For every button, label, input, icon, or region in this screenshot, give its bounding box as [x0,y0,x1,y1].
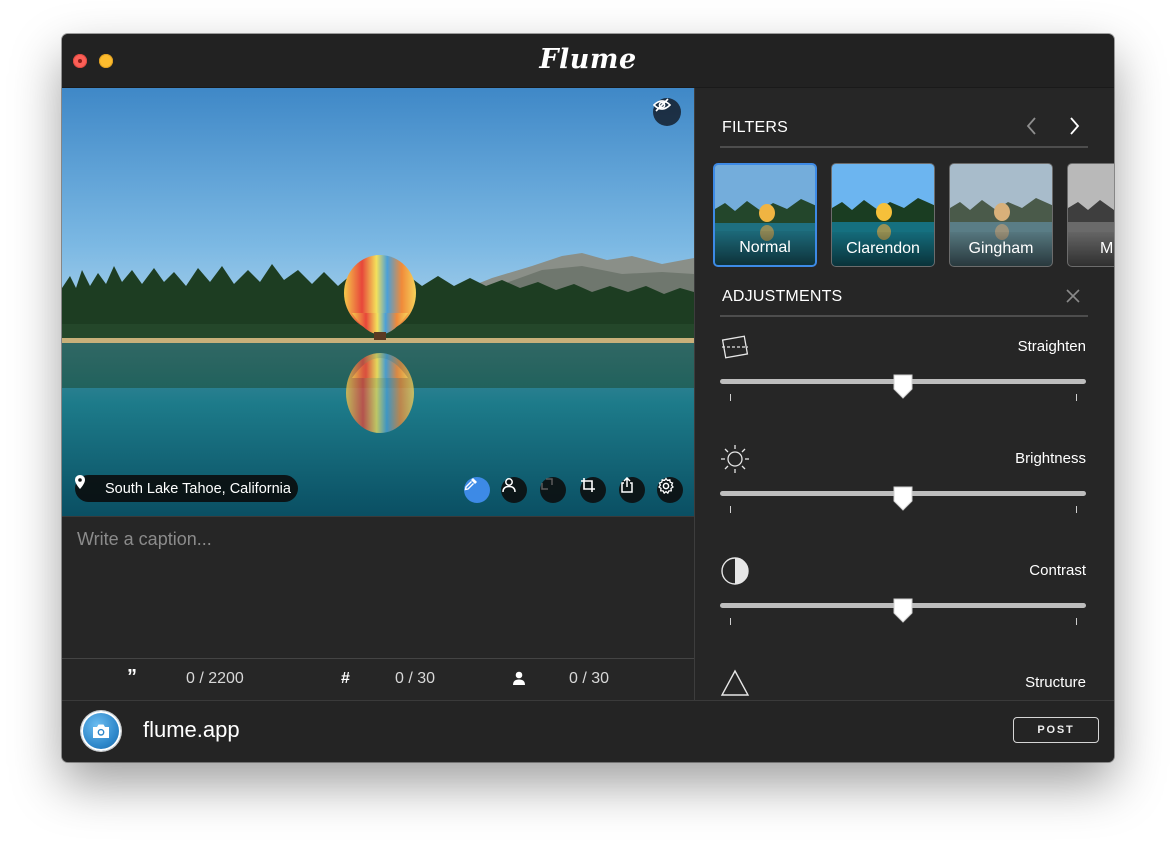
caption-placeholder: Write a caption... [77,529,212,549]
filters-next-arrow-icon[interactable] [1064,116,1084,136]
app-title: Flume [539,44,637,75]
settings-tool-button[interactable] [657,477,683,503]
caption-char-count: 0 / 2200 [186,670,244,687]
title-bar: Flume [62,34,1114,88]
filter-partial[interactable]: M [1067,163,1114,267]
counter-bar: ” 0 / 2200 # 0 / 30 0 / 30 [62,658,694,700]
filters-title: FILTERS [722,119,789,136]
filter-label: M [1068,232,1114,266]
slider-thumb[interactable] [892,485,914,511]
adjustment-brightness: Brightness [720,444,1086,544]
filter-label: Gingham [950,232,1052,266]
crop-tool-button[interactable] [580,477,606,503]
triangle-icon [720,669,750,696]
hide-preview-icon [653,98,671,112]
filters-prev-arrow-icon[interactable] [1022,116,1042,136]
slider-tick [1076,506,1077,513]
photo-preview: South Lake Tahoe, California [62,88,694,516]
share-tool-button[interactable] [619,477,645,503]
hashtag-count: 0 / 30 [395,670,436,687]
close-icon[interactable] [1065,288,1081,304]
filters-divider [720,146,1088,148]
adjustment-contrast: Contrast [720,556,1086,656]
slider-tick [1076,394,1077,401]
slider-tick [1076,618,1077,625]
adjustment-structure: Structure [720,668,1086,698]
tag-people-tool-button[interactable] [501,477,527,503]
filter-label: Normal [715,231,815,265]
adjustments-divider [720,315,1088,317]
contrast-icon [721,557,749,585]
slider-tick [730,618,731,625]
camera-icon [93,724,109,738]
adjustments-title: ADJUSTMENTS [722,288,843,305]
adjustment-label: Structure [1025,674,1086,691]
filter-label: Clarendon [832,232,934,266]
photo-image [62,88,694,516]
sun-icon [721,445,749,473]
slider-tick [730,506,731,513]
expand-icon [541,478,553,490]
caption-input[interactable]: Write a caption... [62,516,694,659]
gear-icon [658,477,674,495]
app-window: Flume South Lake Tahoe, California Write… [62,34,1114,762]
adjustment-label: Contrast [1029,562,1086,579]
pane-divider [694,88,695,700]
straighten-icon [721,335,749,359]
quote-icon: ” [127,666,137,688]
account-name: flume.app [143,717,240,742]
avatar[interactable] [81,711,121,751]
edit-tool-button[interactable] [464,477,490,503]
slider-thumb[interactable] [892,597,914,623]
adjustment-label: Straighten [1017,338,1086,355]
filter-gingham[interactable]: Gingham [949,163,1053,267]
share-icon [621,477,633,493]
aspect-tool-button[interactable] [540,477,566,503]
location-pill[interactable]: South Lake Tahoe, California [75,475,298,502]
footer-bar: flume.app POST [62,700,1114,762]
filters-strip: Normal Clarendon Gingham M [713,163,1114,269]
slider-thumb[interactable] [892,373,914,399]
slider-tick [730,394,731,401]
pin-icon [75,475,97,497]
filter-normal[interactable]: Normal [713,163,817,267]
hide-preview-button[interactable] [653,98,681,126]
filter-clarendon[interactable]: Clarendon [831,163,935,267]
mention-count: 0 / 30 [569,670,610,687]
dropper-icon [464,478,477,491]
post-button[interactable]: POST [1013,717,1099,743]
person-icon [502,478,516,493]
person-count-icon [512,671,526,691]
crop-icon [581,478,595,492]
adjustment-straighten: Straighten [720,332,1086,432]
adjustment-label: Brightness [1015,450,1086,467]
location-label: South Lake Tahoe, California [105,480,291,497]
hashtag-icon: # [341,670,350,687]
